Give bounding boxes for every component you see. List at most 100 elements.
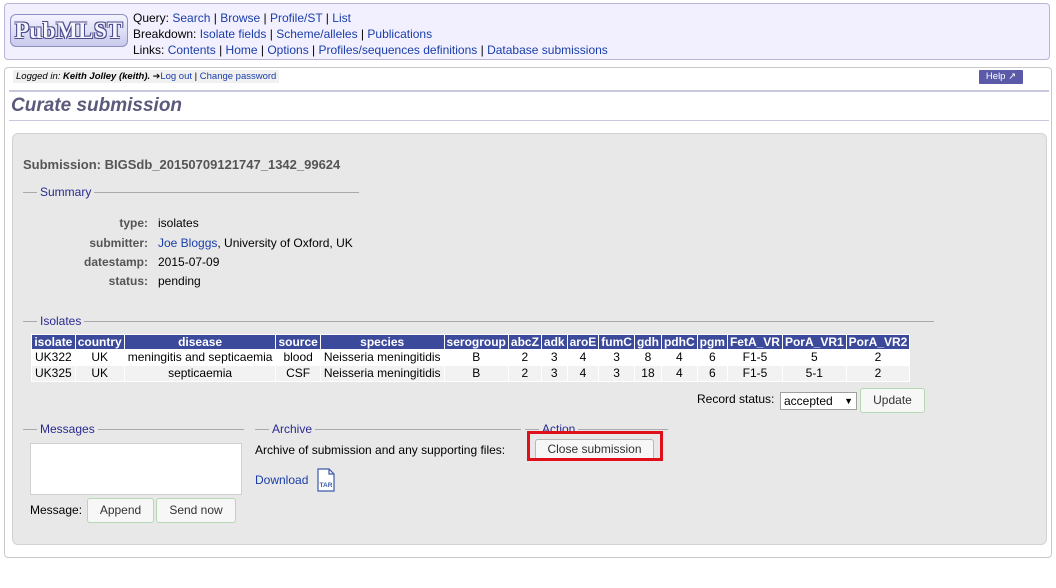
table-cell: 5-1 <box>781 365 847 382</box>
record-status-select[interactable]: accepted ▼ <box>780 392 857 410</box>
submitter-label: submitter: <box>89 236 148 250</box>
table-cell: Neisseria meningitidis <box>319 365 445 382</box>
column-header-aroe: aroE <box>566 334 600 350</box>
tar-icon-text: TAR <box>320 482 333 489</box>
append-button[interactable]: Append <box>87 498 154 523</box>
help-label: Help <box>985 71 1006 82</box>
status-value: pending <box>158 274 201 288</box>
logout-link[interactable]: Log out <box>160 71 192 82</box>
submission-title: Submission: BIGSdb_20150709121747_1342_9… <box>23 157 341 172</box>
table-cell: 18 <box>633 365 662 382</box>
nav-scheme-alleles-link[interactable]: Scheme/alleles <box>276 27 357 41</box>
nav-options-link[interactable]: Options <box>267 43 308 57</box>
column-header-serogroup: serogroup <box>443 334 509 350</box>
table-cell: 6 <box>696 365 728 382</box>
column-header-pora-vr1: PorA_VR1 <box>781 334 847 350</box>
username: Keith Jolley (keith). <box>63 71 151 82</box>
table-cell: CSF <box>275 365 321 382</box>
table-cell: 3 <box>540 365 568 382</box>
column-header-isolate: isolate <box>31 334 76 350</box>
table-cell: 2 <box>845 365 911 382</box>
user-bar: Logged in: Keith Jolley (keith). ➔Log ou… <box>13 70 280 83</box>
nav-search-link[interactable]: Search <box>172 11 210 25</box>
table-cell: 5 <box>781 349 847 366</box>
archive-legend: Archive <box>255 422 521 436</box>
messages-legend-label: Messages <box>40 422 95 436</box>
page-title: Curate submission <box>11 95 183 116</box>
table-cell: 2 <box>507 349 542 366</box>
nav-contents-link[interactable]: Contents <box>168 43 216 57</box>
message-label: Message: <box>30 503 83 517</box>
summary-legend-label: Summary <box>40 185 92 199</box>
table-cell: F1-5 <box>726 365 783 382</box>
logged-in-label: Logged in: <box>16 71 61 82</box>
send-now-button[interactable]: Send now <box>156 498 236 523</box>
isolates-legend: Isolates <box>23 314 934 328</box>
submitter-link[interactable]: Joe Bloggs <box>158 236 217 250</box>
status-label: status: <box>108 274 148 288</box>
table-cell: 3 <box>540 349 568 366</box>
table-cell: UK <box>74 349 125 366</box>
download-link[interactable]: Download <box>255 473 308 487</box>
table-cell: Neisseria meningitidis <box>319 349 445 366</box>
record-status-label: Record status: <box>697 392 775 406</box>
table-cell: blood <box>275 349 321 366</box>
column-header-adk: adk <box>540 334 568 350</box>
breakdown-label: Breakdown: <box>133 27 197 41</box>
nav-browse-link[interactable]: Browse <box>220 11 260 25</box>
column-header-fumc: fumC <box>598 334 635 350</box>
column-header-feta-vr: FetA_VR <box>726 334 783 350</box>
isolates-legend-label: Isolates <box>40 314 82 328</box>
archive-text: Archive of submission and any supporting… <box>255 443 506 457</box>
table-cell: UK322 <box>31 349 76 366</box>
links-label: Links: <box>133 43 165 57</box>
table-row: UK322 UK meningitis and septicaemia blood Ne… <box>31 349 911 366</box>
external-link-icon: ↗ <box>1008 71 1017 82</box>
nav-home-link[interactable]: Home <box>226 43 258 57</box>
submitter-affiliation: , University of Oxford, UK <box>217 236 353 250</box>
submission-box: Submission: BIGSdb_20150709121747_1342_9… <box>12 133 1047 545</box>
title-divider-top <box>9 90 1049 92</box>
isolates-table: isolate country disease source species serogr… <box>31 334 911 382</box>
nav-profile-st-link[interactable]: Profile/ST <box>270 11 322 25</box>
column-header-abcz: abcZ <box>507 334 542 350</box>
main-panel: Logged in: Keith Jolley (keith). ➔Log ou… <box>4 67 1052 558</box>
nav-isolate-fields-link[interactable]: Isolate fields <box>200 27 267 41</box>
close-submission-highlight <box>527 431 663 461</box>
table-cell: meningitis and septicaemia <box>123 349 277 366</box>
table-cell: UK325 <box>31 365 76 382</box>
table-cell: B <box>443 365 509 382</box>
column-header-pdhc: pdhC <box>660 334 698 350</box>
table-cell: 2 <box>507 365 542 382</box>
nav-list-link[interactable]: List <box>332 11 351 25</box>
links-nav: Links: Contents | Home | Options | Profi… <box>133 43 608 57</box>
datestamp-label: datestamp: <box>83 255 148 269</box>
tar-file-icon[interactable]: TAR <box>315 468 337 492</box>
summary-legend: Summary <box>23 185 359 199</box>
title-divider-bottom <box>9 120 1049 121</box>
column-header-source: source <box>275 334 321 350</box>
pubmlst-logo[interactable]: PubMLST <box>10 14 128 47</box>
table-cell: 3 <box>598 349 635 366</box>
table-cell: 4 <box>660 349 698 366</box>
table-cell: B <box>443 349 509 366</box>
update-button[interactable]: Update <box>860 388 925 413</box>
table-cell: 4 <box>566 349 600 366</box>
message-textarea[interactable] <box>30 443 242 495</box>
column-header-disease: disease <box>123 334 277 350</box>
help-button[interactable]: Help ↗ <box>979 70 1023 84</box>
table-cell: 4 <box>566 365 600 382</box>
nav-publications-link[interactable]: Publications <box>367 27 432 41</box>
column-header-pora-vr2: PorA_VR2 <box>845 334 911 350</box>
type-value: isolates <box>158 216 199 230</box>
nav-database-submissions-link[interactable]: Database submissions <box>487 43 608 57</box>
archive-legend-label: Archive <box>272 422 313 436</box>
breakdown-nav: Breakdown: Isolate fields | Scheme/allel… <box>133 27 433 41</box>
nav-profiles-definitions-link[interactable]: Profiles/sequences definitions <box>319 43 478 57</box>
column-header-species: species <box>319 334 445 350</box>
table-cell: 2 <box>845 349 911 366</box>
column-header-pgm: pgm <box>696 334 728 350</box>
datestamp-value: 2015-07-09 <box>158 255 220 269</box>
change-password-link[interactable]: Change password <box>200 71 277 82</box>
messages-legend: Messages <box>23 422 244 436</box>
